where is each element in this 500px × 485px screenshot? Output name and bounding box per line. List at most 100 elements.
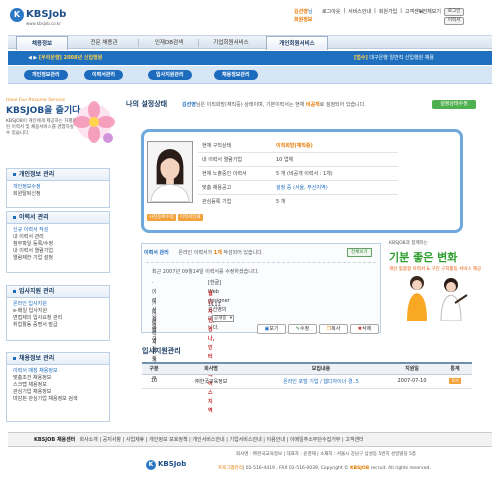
- news-right-tag: [접수]: [354, 55, 368, 61]
- column-header: 통계: [438, 362, 472, 375]
- view-all-button[interactable]: 전체보기: [347, 248, 372, 257]
- resume-button[interactable]: 이력서: [443, 17, 465, 25]
- resume-count: 1개: [213, 250, 222, 256]
- view-all-link[interactable]: ▸전체보기: [420, 8, 441, 25]
- profile-photo: [147, 141, 193, 203]
- photo-edit-button[interactable]: 사진등록수정: [147, 214, 176, 221]
- status-row-label: 현재 구직상태: [202, 143, 232, 149]
- chevron-down-icon: ▾: [229, 316, 232, 321]
- edit-resume-button[interactable]: ✎수정: [288, 324, 317, 334]
- news-right[interactable]: [접수] 대구은행 일반직 신입행원 채용: [354, 54, 434, 61]
- delete-label: 삭제: [362, 326, 372, 332]
- sidebar-item-matching-jobs[interactable]: 이력서 매칭 채용정보: [13, 368, 103, 375]
- resume-panel: [141, 243, 381, 333]
- divider: |: [374, 8, 376, 14]
- sidebar-item-attachments[interactable]: 첨부파일 등록/수정: [13, 241, 103, 248]
- copyright: 프로그램관리| 02-516-4419 , FAX 02-516-0039, C…: [218, 465, 431, 471]
- sidebar-item-scrap-jobs[interactable]: 스크랩 채용정보: [13, 382, 103, 389]
- column-header: 구분: [142, 362, 166, 375]
- promo-banner[interactable]: KBSJOB과 함께하는 기분 좋은 변화 개인 맞춤형 이력서 & 구인 구직…: [389, 240, 489, 338]
- row-company[interactable]: ㈜한국교육정보: [166, 374, 256, 389]
- sidebar-item-edit-info[interactable]: 개인정보수정: [13, 184, 103, 191]
- divider: |: [400, 8, 402, 14]
- site-logo[interactable]: K KBSJob www.kbsjob.co.kr: [10, 8, 70, 28]
- status-row: 현재 노출중인 이력서 5 개 (비공개 이력서 : 1개): [198, 168, 398, 181]
- top-links: 로그아웃 | 서비스안내 | 회원가입 | 고객센터: [322, 8, 423, 15]
- sidebar-resume-box: 이력서 관리 신규 이력서 작성 내 이력서 관리 첨부파일 등록/수정 내 이…: [6, 211, 110, 273]
- page-title: 나의 설정상태: [126, 100, 168, 108]
- photo-buttons: 사진등록수정 이력서인쇄: [147, 214, 203, 221]
- column-header: 회사명: [166, 362, 256, 375]
- news-left[interactable]: ◀ ▶ [우리은행] 2008년 신입행원: [28, 54, 102, 61]
- delete-resume-button[interactable]: ✖삭제: [350, 324, 379, 334]
- status-row-value[interactable]: 설정 중 (서울, 부산지역): [276, 182, 328, 195]
- sidebar-item-custom-jobs[interactable]: 맞춤조건 채용정보: [13, 375, 103, 382]
- subnav-application[interactable]: 입사지원관리: [148, 70, 192, 80]
- footer-link-list[interactable]: 회사소개 | 공지사항 | 사업제휴 | 개인정보 보호정책 | 개인서비스안내…: [79, 437, 363, 443]
- status-row: 관심등록 기업 5 개: [198, 196, 398, 209]
- login-button[interactable]: 로그인: [443, 8, 465, 16]
- status-row-label: 현재 노출중인 이력서: [202, 171, 247, 177]
- resume-row-value: 1111: [208, 302, 221, 308]
- status-row-label: 관심등록 기업: [202, 199, 232, 205]
- tel-label: 프로그램관리: [218, 466, 243, 471]
- sidebar-item-block-companies[interactable]: 열람제한 기업 설정: [13, 255, 103, 262]
- sidebar-personal-title: 개인정보 관리: [7, 169, 109, 181]
- service-guide-link[interactable]: 서비스안내: [348, 8, 371, 15]
- greeting: 김선영님: [294, 8, 312, 15]
- column-header: 모집내용: [256, 362, 386, 375]
- member-info-link[interactable]: 회원정보: [294, 16, 312, 23]
- signup-link[interactable]: 회원가입: [379, 8, 397, 15]
- sidebar-item-my-resumes[interactable]: 내 이력서 관리: [13, 234, 103, 241]
- status-row: 현재 구직상태 이직희망(재직중): [198, 140, 398, 153]
- row-content[interactable]: 온라인 포털 기업 / 웹디자이너 경..5: [256, 374, 386, 389]
- column-header: 지원일: [386, 362, 438, 375]
- status-row-value[interactable]: 5 개: [276, 196, 285, 209]
- stat-view-button[interactable]: 보기: [449, 378, 461, 384]
- view-all-label: 전체보기: [422, 9, 441, 15]
- status-row-value[interactable]: 5 개 (비공개 이력서 : 1개): [276, 168, 333, 181]
- tab-special-jobs[interactable]: 전문 채용관: [70, 36, 138, 50]
- logo-mark-icon: K: [146, 460, 156, 470]
- visibility-select-value: 공개중: [214, 316, 227, 321]
- subnav-personal-info[interactable]: 개인정보관리: [24, 70, 68, 80]
- subnav-job-info[interactable]: 채용정보관리: [214, 70, 258, 80]
- sidebar-item-closed-search[interactable]: 마감된 관심기업 채용정보 검색: [13, 396, 103, 403]
- logo-url: www.kbsjob.co.kr: [26, 21, 61, 26]
- resume-text: 온라인 이력서가: [178, 250, 214, 256]
- visibility-select[interactable]: 공개중 ▾: [212, 315, 234, 322]
- subnav-resume[interactable]: 이력서관리: [84, 70, 124, 80]
- greeting-suffix: 님: [307, 9, 313, 15]
- sidebar-item-certificate[interactable]: 취업활동 증명서 발급: [13, 322, 103, 329]
- copy-resume-button[interactable]: ❐복사: [319, 324, 348, 334]
- edit-settings-button[interactable]: 설정상태수정: [432, 100, 476, 109]
- footer-links: KBSJOB 채용센터 회사소개 | 공지사항 | 사업제휴 | 개인정보 보호정…: [8, 432, 492, 447]
- tab-company-service[interactable]: 기업회원서비스: [200, 36, 262, 50]
- apply-title: 입사지원관리: [142, 347, 181, 355]
- print-resume-button[interactable]: 이력서인쇄: [177, 214, 203, 221]
- sidebar-item-interview-requests[interactable]: 면접제의 입사요청 관리: [13, 315, 103, 322]
- sidebar-item-viewers[interactable]: 내 이력서 열람기업: [13, 248, 103, 255]
- promo-people-icon: [407, 276, 468, 321]
- tab-talent-db[interactable]: 인재DB검색: [140, 36, 198, 50]
- sidebar-item-interest-jobs[interactable]: 관심기업 채용정보: [13, 389, 103, 396]
- sidebar-apply-box: 입사지원 관리 온라인 입사지원 e-메일 입사지원 면접제의 입사요청 관리 …: [6, 285, 110, 341]
- logout-link[interactable]: 로그아웃: [322, 8, 340, 15]
- status-row: 내 이력서 열람기업 10 업체: [198, 154, 398, 167]
- status-visibility: 비공개: [305, 102, 320, 108]
- sidebar-item-online-apply[interactable]: 온라인 입사지원: [13, 301, 103, 308]
- sidebar-item-withdraw[interactable]: 회원탈퇴신청: [13, 191, 103, 198]
- sidebar-item-email-apply[interactable]: e-메일 입사지원: [13, 308, 103, 315]
- tab-job-info[interactable]: 채용정보: [16, 36, 68, 50]
- logo-mark-icon: K: [10, 8, 24, 22]
- copyright-brand: KBSJOB: [350, 466, 370, 471]
- sidebar-item-new-resume[interactable]: 신규 이력서 작성: [13, 227, 103, 234]
- tab-personal-service[interactable]: 개인회원서비스: [266, 36, 328, 50]
- view-resume-button[interactable]: ▣보기: [257, 324, 286, 334]
- news-ticker: ◀ ▶ [우리은행] 2008년 신입행원 [접수] 대구은행 일반직 신입행원…: [8, 51, 492, 65]
- footer-logo: K KBSJob: [146, 460, 190, 472]
- promo-top: KBSJOB과 함께하는: [389, 241, 428, 246]
- promo-subtitle: 개인 맞춤형 이력서 & 구인 구직활동 서비스 제공: [389, 267, 482, 272]
- status-row-value[interactable]: 10 업체: [276, 154, 293, 167]
- logo-text: KBSJob: [26, 9, 67, 20]
